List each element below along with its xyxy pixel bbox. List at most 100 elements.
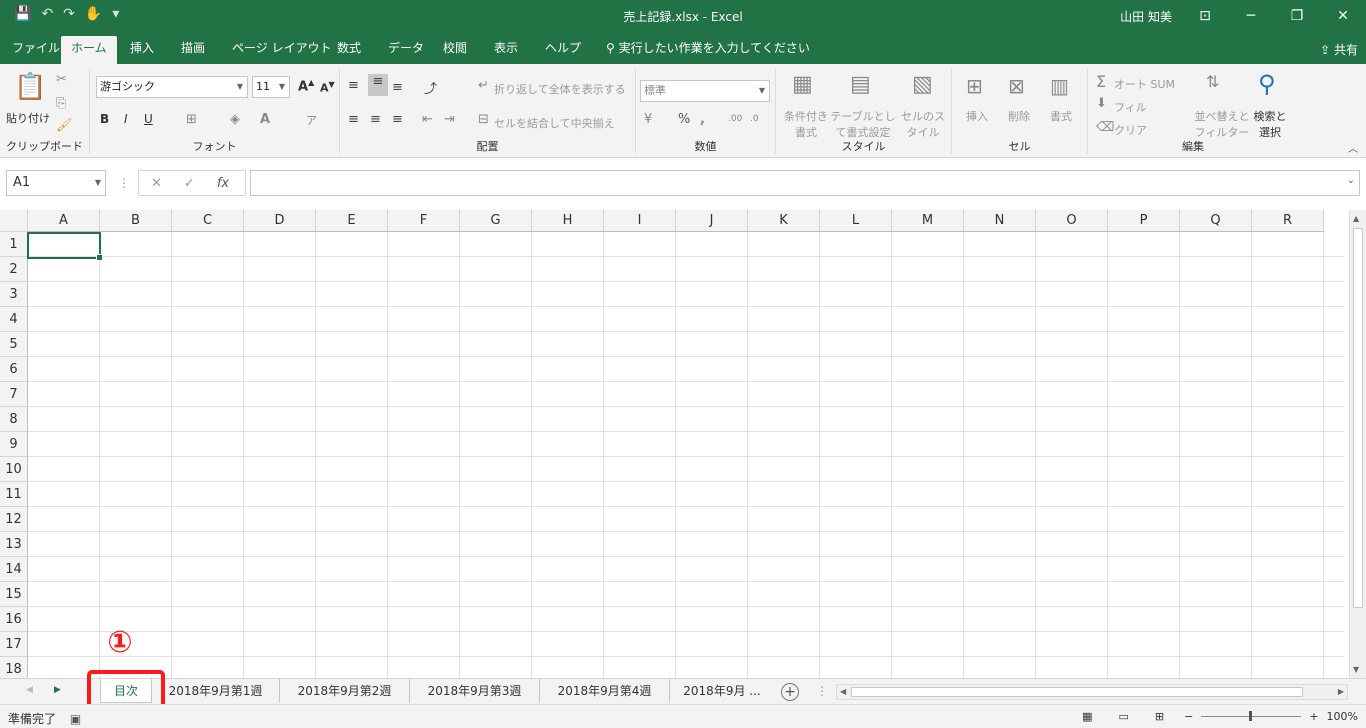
insert-function-button[interactable]: fx xyxy=(217,176,229,191)
row-header-12[interactable]: 12 xyxy=(0,507,28,532)
align-top-icon[interactable]: ≡ xyxy=(348,78,359,93)
row-header-6[interactable]: 6 xyxy=(0,357,28,382)
row-header-7[interactable]: 7 xyxy=(0,382,28,407)
select-all-button[interactable] xyxy=(0,210,28,232)
page-break-view-icon[interactable]: ⊞ xyxy=(1155,710,1164,723)
row-header-15[interactable]: 15 xyxy=(0,582,28,607)
find-select-button[interactable]: 検索と選択 xyxy=(1252,108,1288,140)
tab-insert[interactable]: 挿入 xyxy=(120,36,164,64)
column-header-m[interactable]: M xyxy=(892,210,964,232)
horizontal-scrollbar[interactable]: ◀ ▶ xyxy=(836,684,1348,700)
wrap-text-button[interactable]: 折り返して全体を表示する xyxy=(494,81,626,97)
selected-cell[interactable] xyxy=(27,232,103,261)
increase-indent-icon[interactable]: ⇥ xyxy=(444,112,455,127)
clear-button[interactable]: クリア xyxy=(1114,122,1147,138)
insert-cells-icon[interactable]: ⊞ xyxy=(966,74,983,98)
user-name[interactable]: 山田 知美 xyxy=(1120,8,1172,25)
row-header-11[interactable]: 11 xyxy=(0,482,28,507)
cut-icon[interactable]: ✂ xyxy=(56,72,67,87)
fill-color-icon[interactable]: ◈ xyxy=(230,112,240,127)
align-right-icon[interactable]: ≡ xyxy=(392,112,403,127)
column-header-e[interactable]: E xyxy=(316,210,388,232)
format-cells-icon[interactable]: ▥ xyxy=(1050,74,1069,98)
sheet-tab-week1[interactable]: 2018年9月第1週 xyxy=(152,679,280,703)
cell-styles-icon[interactable]: ▧ xyxy=(912,72,933,97)
formula-input[interactable]: ⌄ xyxy=(250,170,1360,196)
column-header-r[interactable]: R xyxy=(1252,210,1324,232)
increase-decimal-icon[interactable]: .00 xyxy=(728,114,742,124)
decrease-decimal-icon[interactable]: .0 xyxy=(750,114,759,124)
scroll-left-icon[interactable]: ◀ xyxy=(840,687,846,696)
row-header-9[interactable]: 9 xyxy=(0,432,28,457)
zoom-in-icon[interactable]: + xyxy=(1309,710,1318,723)
column-header-k[interactable]: K xyxy=(748,210,820,232)
column-header-j[interactable]: J xyxy=(676,210,748,232)
format-as-table-button[interactable]: テーブルとして書式設定 xyxy=(830,108,896,140)
comma-icon[interactable]: , xyxy=(700,112,705,127)
column-header-g[interactable]: G xyxy=(460,210,532,232)
column-header-l[interactable]: L xyxy=(820,210,892,232)
expand-formula-icon[interactable]: ⌄ xyxy=(1347,175,1355,186)
scroll-up-icon[interactable]: ▲ xyxy=(1353,214,1359,223)
tell-me-box[interactable]: ⚲ 実行したい作業を入力してください xyxy=(596,36,820,64)
find-select-icon[interactable]: ⚲ xyxy=(1258,70,1276,98)
row-header-13[interactable]: 13 xyxy=(0,532,28,557)
scroll-down-icon[interactable]: ▼ xyxy=(1353,665,1359,674)
tab-data[interactable]: データ xyxy=(378,36,434,64)
column-header-b[interactable]: B xyxy=(100,210,172,232)
column-header-p[interactable]: P xyxy=(1108,210,1180,232)
align-left-icon[interactable]: ≡ xyxy=(348,112,359,127)
ribbon-display-button[interactable]: ⊡ xyxy=(1182,0,1228,32)
macro-record-icon[interactable]: ▣ xyxy=(70,712,81,726)
tab-home[interactable]: ホーム xyxy=(61,36,117,64)
fill-button[interactable]: フィル xyxy=(1114,99,1147,115)
column-header-q[interactable]: Q xyxy=(1180,210,1252,232)
column-header-c[interactable]: C xyxy=(172,210,244,232)
row-header-16[interactable]: 16 xyxy=(0,607,28,632)
conditional-format-icon[interactable]: ▦ xyxy=(792,72,813,97)
cell-area[interactable] xyxy=(28,232,1344,678)
page-layout-view-icon[interactable]: ▭ xyxy=(1118,710,1128,723)
prev-sheet-icon[interactable]: ◀ xyxy=(26,685,33,695)
row-header-3[interactable]: 3 xyxy=(0,282,28,307)
wrap-text-icon[interactable]: ↵ xyxy=(478,78,489,93)
tab-view[interactable]: 表示 xyxy=(484,36,528,64)
bold-button[interactable]: B xyxy=(100,112,109,126)
increase-font-icon[interactable]: A▲ xyxy=(298,78,314,94)
underline-button[interactable]: U xyxy=(144,112,153,126)
restore-button[interactable]: ❐ xyxy=(1274,0,1320,32)
italic-button[interactable]: I xyxy=(124,112,128,126)
tab-page-layout[interactable]: ページ レイアウト xyxy=(222,36,342,64)
tab-formulas[interactable]: 数式 xyxy=(327,36,371,64)
zoom-out-icon[interactable]: − xyxy=(1184,710,1193,723)
row-header-5[interactable]: 5 xyxy=(0,332,28,357)
format-table-icon[interactable]: ▤ xyxy=(850,72,871,97)
copy-icon[interactable]: ⎘ xyxy=(56,96,66,111)
vertical-scroll-thumb[interactable] xyxy=(1353,228,1363,608)
paste-button[interactable]: 貼り付け xyxy=(6,110,50,126)
format-cells-button[interactable]: 書式 xyxy=(1050,108,1072,124)
next-sheet-icon[interactable]: ▶ xyxy=(54,685,61,695)
sheet-tab-week3[interactable]: 2018年9月第3週 xyxy=(410,679,540,703)
font-name-select[interactable]: 游ゴシック ▼ xyxy=(96,76,248,98)
phonetic-icon[interactable]: ア xyxy=(306,112,317,128)
sheet-tab-week4[interactable]: 2018年9月第4週 xyxy=(540,679,670,703)
tab-file[interactable]: ファイル xyxy=(2,36,70,64)
fill-icon[interactable]: ⬇ xyxy=(1096,96,1107,111)
tab-draw[interactable]: 描画 xyxy=(171,36,215,64)
row-header-8[interactable]: 8 xyxy=(0,407,28,432)
name-box[interactable]: A1 ▼ xyxy=(6,170,106,196)
column-header-d[interactable]: D xyxy=(244,210,316,232)
zoom-level[interactable]: 100% xyxy=(1327,710,1358,723)
delete-cells-icon[interactable]: ⊠ xyxy=(1008,74,1025,98)
row-header-4[interactable]: 4 xyxy=(0,307,28,332)
number-format-select[interactable]: 標準 ▼ xyxy=(640,80,770,102)
autosum-button[interactable]: オート SUM xyxy=(1114,76,1175,92)
sheet-tab-week2[interactable]: 2018年9月第2週 xyxy=(280,679,410,703)
column-header-i[interactable]: I xyxy=(604,210,676,232)
row-header-10[interactable]: 10 xyxy=(0,457,28,482)
tab-help[interactable]: ヘルプ xyxy=(535,36,591,64)
column-header-h[interactable]: H xyxy=(532,210,604,232)
align-center-icon[interactable]: ≡ xyxy=(370,112,381,127)
row-header-2[interactable]: 2 xyxy=(0,257,28,282)
